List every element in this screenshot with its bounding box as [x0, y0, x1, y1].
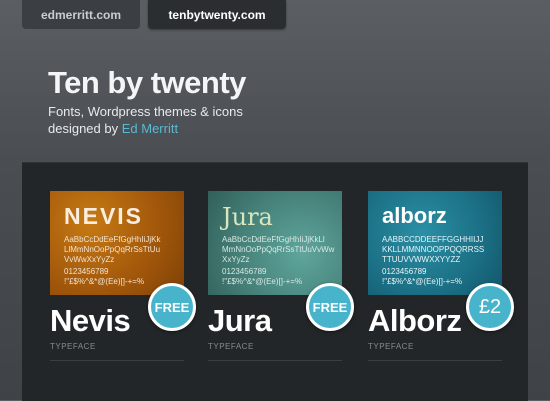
sample-line: 0123456789 — [222, 267, 267, 276]
divider — [208, 360, 342, 361]
sample-line: LlMmNnOoPpQqRrSsTtUu — [64, 245, 161, 254]
sample-numbers: 0123456789 !"£$%^&*@(Ee)[]-+=% — [64, 267, 144, 287]
site-header: Ten by twenty Fonts, Wordpress themes & … — [48, 66, 246, 137]
sample-line: VvWwXxYyZz — [64, 255, 115, 264]
font-card-alborz[interactable]: alborz AABBCCDDEEFFGGHHIIJJ KKLLMMNNOOPP… — [368, 191, 514, 361]
page-title: Ten by twenty — [48, 65, 246, 100]
font-type-label: TYPEFACE — [50, 342, 96, 351]
sample-line: !"£$%^&*@(Ee)[]-+=% — [382, 277, 463, 286]
sample-numbers: 0123456789 !"£$%^&*@(Ee)[]-+=% — [222, 267, 302, 287]
font-card-jura[interactable]: Jura AaBbCcDdEeFfGgHhIiJjKkLl MmNnOoPpQq… — [208, 191, 354, 361]
sample-line: MmNnOoPpQqRrSsTtUuVvWw — [222, 245, 335, 254]
sample-title: Jura — [222, 203, 273, 231]
page-subtitle: Fonts, Wordpress themes & icons designed… — [48, 103, 246, 137]
font-sample-image[interactable]: alborz AABBCCDDEEFFGGHHIIJJ KKLLMMNNOOPP… — [368, 191, 502, 295]
price-badge[interactable]: £2 — [466, 283, 514, 331]
sample-alphabet: AaBbCcDdEeFfGgHhIiJjKk LlMmNnOoPpQqRrSsT… — [64, 235, 160, 265]
site-tabs: edmerritt.com tenbytwenty.com — [22, 0, 286, 29]
price-badge[interactable]: FREE — [306, 283, 354, 331]
sample-line: !"£$%^&*@(Ee)[]-+=% — [222, 277, 303, 286]
font-sample-image[interactable]: Jura AaBbCcDdEeFfGgHhIiJjKkLl MmNnOoPpQq… — [208, 191, 342, 295]
sample-alphabet: AABBCCDDEEFFGGHHIIJJ KKLLMMNNOOPPQQRRSS … — [382, 235, 484, 265]
sample-line: 0123456789 — [64, 267, 109, 276]
sample-line: XxYyZz — [222, 255, 250, 264]
font-name[interactable]: Alborz — [368, 303, 462, 339]
sample-title: NEVIS — [64, 203, 144, 229]
sample-alphabet: AaBbCcDdEeFfGgHhIiJjKkLl MmNnOoPpQqRrSsT… — [222, 235, 334, 265]
sample-line: 0123456789 — [382, 267, 427, 276]
font-card-nevis[interactable]: NEVIS AaBbCcDdEeFfGgHhIiJjKk LlMmNnOoPpQ… — [50, 191, 196, 361]
fonts-panel: NEVIS AaBbCcDdEeFfGgHhIiJjKk LlMmNnOoPpQ… — [22, 162, 528, 401]
font-type-label: TYPEFACE — [368, 342, 414, 351]
divider — [368, 360, 502, 361]
tab-tenbytwenty[interactable]: tenbytwenty.com — [148, 0, 286, 29]
price-badge[interactable]: FREE — [148, 283, 196, 331]
subtitle-line-1: Fonts, Wordpress themes & icons — [48, 104, 243, 119]
designed-by-text: designed by — [48, 121, 122, 136]
font-name[interactable]: Jura — [208, 303, 272, 339]
sample-line: !"£$%^&*@(Ee)[]-+=% — [64, 277, 145, 286]
font-name[interactable]: Nevis — [50, 303, 131, 339]
sample-title: alborz — [382, 203, 447, 228]
font-type-label: TYPEFACE — [208, 342, 254, 351]
sample-line: AaBbCcDdEeFfGgHhIiJjKkLl — [222, 235, 325, 244]
sample-numbers: 0123456789 !"£$%^&*@(Ee)[]-+=% — [382, 267, 462, 287]
author-link[interactable]: Ed Merritt — [122, 121, 178, 136]
sample-line: TTUUVVWWXXYYZZ — [382, 255, 461, 264]
subtitle-line-2: designed by Ed Merritt — [48, 120, 246, 137]
sample-line: KKLLMMNNOOPPQQRRSS — [382, 245, 485, 254]
font-sample-image[interactable]: NEVIS AaBbCcDdEeFfGgHhIiJjKk LlMmNnOoPpQ… — [50, 191, 184, 295]
tab-edmerritt[interactable]: edmerritt.com — [22, 0, 140, 29]
sample-line: AaBbCcDdEeFfGgHhIiJjKk — [64, 235, 161, 244]
sample-line: AABBCCDDEEFFGGHHIIJJ — [382, 235, 484, 244]
divider — [50, 360, 184, 361]
